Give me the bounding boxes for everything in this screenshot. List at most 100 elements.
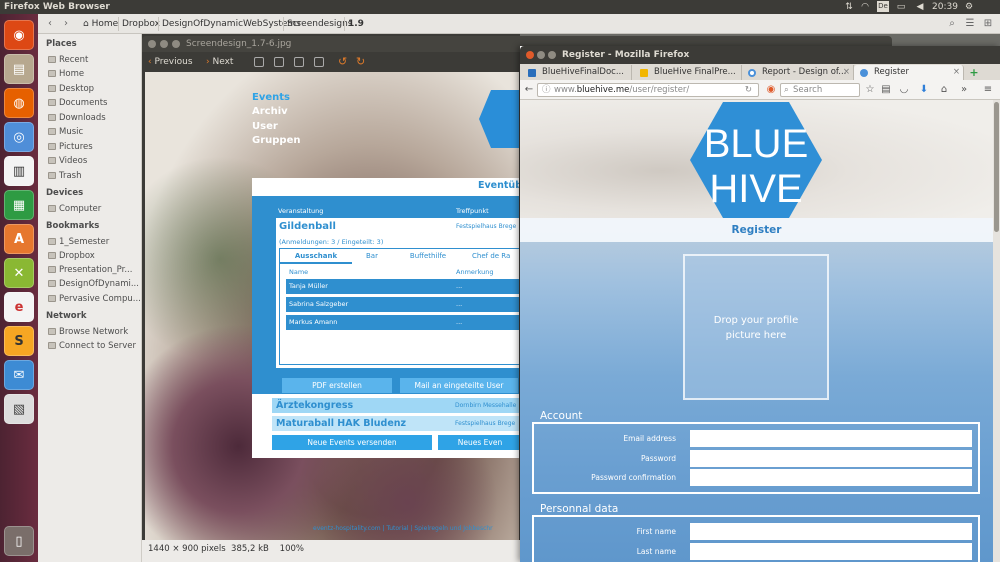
sidebar-item-desktop[interactable]: Desktop: [48, 84, 94, 94]
email-field[interactable]: [690, 430, 972, 447]
sidebar-item-home[interactable]: Home: [48, 69, 84, 79]
writer-icon[interactable]: ▥: [4, 156, 34, 186]
pdf-button[interactable]: PDF erstellen: [282, 378, 392, 393]
sidebar-item-music[interactable]: Music: [48, 127, 83, 137]
new-events-button[interactable]: Neue Events versenden: [272, 435, 432, 450]
image-viewer-icon[interactable]: ▧: [4, 394, 34, 424]
zoom-fit-icon[interactable]: [314, 57, 324, 67]
sidebar-item-connect-server[interactable]: Connect to Server: [48, 341, 136, 351]
sidebar-item-browse-network[interactable]: Browse Network: [48, 327, 128, 337]
software-center-icon[interactable]: A: [4, 224, 34, 254]
breadcrumb-ddws[interactable]: DesignOfDynamicWebSystems: [158, 17, 304, 31]
firefox-titlebar: Register - Mozilla Firefox: [520, 46, 1000, 64]
event-row-2[interactable]: Ärztekongress Dornbirn Messehalle: [272, 398, 519, 413]
close-icon[interactable]: [148, 40, 156, 48]
next-button[interactable]: › Next: [206, 55, 233, 69]
calc-icon[interactable]: ▦: [4, 190, 34, 220]
tab-report[interactable]: Report - Design of... ×: [742, 65, 854, 80]
previous-button[interactable]: ‹ Previous: [148, 55, 193, 69]
sidebar-item-documents[interactable]: Documents: [48, 98, 107, 108]
new-tab-icon[interactable]: +: [966, 65, 982, 80]
tab-buffethilfe[interactable]: Buffethilfe: [400, 249, 456, 264]
download-icon[interactable]: ⬇: [918, 83, 930, 97]
back-icon[interactable]: ←: [523, 83, 535, 97]
sidebar-item-videos[interactable]: Videos: [48, 156, 87, 166]
zoom-normal-icon[interactable]: [294, 57, 304, 67]
settings-icon[interactable]: ⚙: [962, 0, 976, 14]
url-host: bluehive.me: [576, 85, 630, 95]
maximize-icon[interactable]: [548, 51, 556, 59]
new-event-button[interactable]: Neues Even: [438, 435, 519, 450]
sidebar-item-computer[interactable]: Computer: [48, 204, 101, 214]
mail-button[interactable]: Mail an eingeteilte User: [400, 378, 518, 393]
sidebar-item-bookmark[interactable]: DesignOfDynami...: [48, 279, 139, 289]
sidebar-item-bookmark[interactable]: 1_Semester: [48, 237, 109, 247]
tab-chef[interactable]: Chef de Ra: [472, 249, 519, 264]
sidebar-item-bookmark[interactable]: Pervasive Compu...: [48, 294, 141, 304]
reading-list-icon[interactable]: ▤: [880, 83, 892, 97]
breadcrumb-current[interactable]: 1.9: [344, 17, 367, 31]
view-list-icon[interactable]: ☰: [962, 17, 978, 31]
search-input[interactable]: ⌕ Search: [780, 83, 860, 97]
home-icon[interactable]: ⌂: [938, 83, 950, 97]
rotate-left-icon[interactable]: ↺: [338, 55, 347, 69]
sidebar-item-pictures[interactable]: Pictures: [48, 142, 93, 152]
sidebar-item-downloads[interactable]: Downloads: [48, 113, 106, 123]
overflow-icon[interactable]: »: [958, 83, 970, 97]
bookmark-star-icon[interactable]: ☆: [864, 83, 876, 97]
sidebar-item-trash[interactable]: Trash: [48, 171, 81, 181]
sort-icon[interactable]: ⇅: [843, 0, 855, 14]
scrollbar-thumb[interactable]: [994, 102, 999, 232]
trash-icon[interactable]: ▯: [4, 526, 34, 556]
minimize-icon[interactable]: [160, 40, 168, 48]
files-icon[interactable]: ▤: [4, 54, 34, 84]
view-grid-icon[interactable]: ⊞: [980, 17, 996, 31]
menu-icon[interactable]: ≡: [982, 83, 994, 97]
zoom-in-icon[interactable]: [254, 57, 264, 67]
close-icon[interactable]: [526, 51, 534, 59]
pocket-icon[interactable]: ◡: [898, 83, 910, 97]
sublime-icon[interactable]: S: [4, 326, 34, 356]
keyboard-layout[interactable]: De: [877, 1, 889, 12]
search-icon[interactable]: ⌕: [944, 17, 960, 31]
breadcrumb-dropbox[interactable]: Dropbox: [118, 17, 163, 31]
event-row-3[interactable]: Maturaball HAK Bludenz Festspielhaus Breg…: [272, 416, 519, 431]
tab-ausschank[interactable]: Ausschank: [280, 249, 352, 264]
breadcrumb-home[interactable]: ⌂ Home: [80, 17, 121, 31]
maximize-icon[interactable]: [172, 40, 180, 48]
first-name-field[interactable]: [690, 523, 972, 540]
rotate-right-icon[interactable]: ↻: [356, 55, 365, 69]
reload-icon[interactable]: ↻: [745, 84, 752, 96]
mockup-panel-title: Eventüb: [478, 180, 519, 191]
chromium-icon[interactable]: ◎: [4, 122, 34, 152]
tab-bar[interactable]: Bar: [352, 249, 392, 264]
event-name: Ärztekongress: [276, 400, 354, 411]
thunderbird-icon[interactable]: ✉: [4, 360, 34, 390]
eclipse-icon[interactable]: e: [4, 292, 34, 322]
tab-bluehive-doc[interactable]: BlueHiveFinalDoc...: [522, 65, 632, 80]
clock[interactable]: 20:39: [930, 0, 960, 14]
profile-picture-dropzone[interactable]: Drop your profile picture here: [683, 254, 829, 400]
search-engine-icon[interactable]: ◉: [765, 83, 777, 97]
tab-register[interactable]: Register ×: [854, 65, 964, 80]
last-name-field[interactable]: [690, 543, 972, 560]
close-tab-icon[interactable]: ×: [953, 65, 960, 80]
close-tab-icon[interactable]: ×: [843, 65, 850, 80]
ubuntu-dash-icon[interactable]: ◉: [4, 20, 34, 50]
sidebar-item-bookmark[interactable]: Dropbox: [48, 251, 95, 261]
url-bar[interactable]: ⓘ www.bluehive.me/user/register/ ↻: [537, 83, 759, 97]
firefox-icon[interactable]: ◍: [4, 88, 34, 118]
tab-bluehive-pres[interactable]: BlueHive FinalPre...: [634, 65, 742, 80]
sidebar-item-recent[interactable]: Recent: [48, 55, 88, 65]
back-icon[interactable]: ‹: [42, 17, 58, 31]
wifi-icon[interactable]: ◠: [859, 0, 871, 14]
password-confirm-field[interactable]: [690, 469, 972, 486]
volume-icon[interactable]: ◀: [914, 0, 926, 14]
zoom-out-icon[interactable]: [274, 57, 284, 67]
sidebar-item-bookmark[interactable]: Presentation_Pr...: [48, 265, 132, 275]
battery-icon[interactable]: ▭: [895, 0, 907, 14]
password-field[interactable]: [690, 450, 972, 467]
forward-icon[interactable]: ›: [58, 17, 74, 31]
tools-icon[interactable]: ✕: [4, 258, 34, 288]
minimize-icon[interactable]: [537, 51, 545, 59]
